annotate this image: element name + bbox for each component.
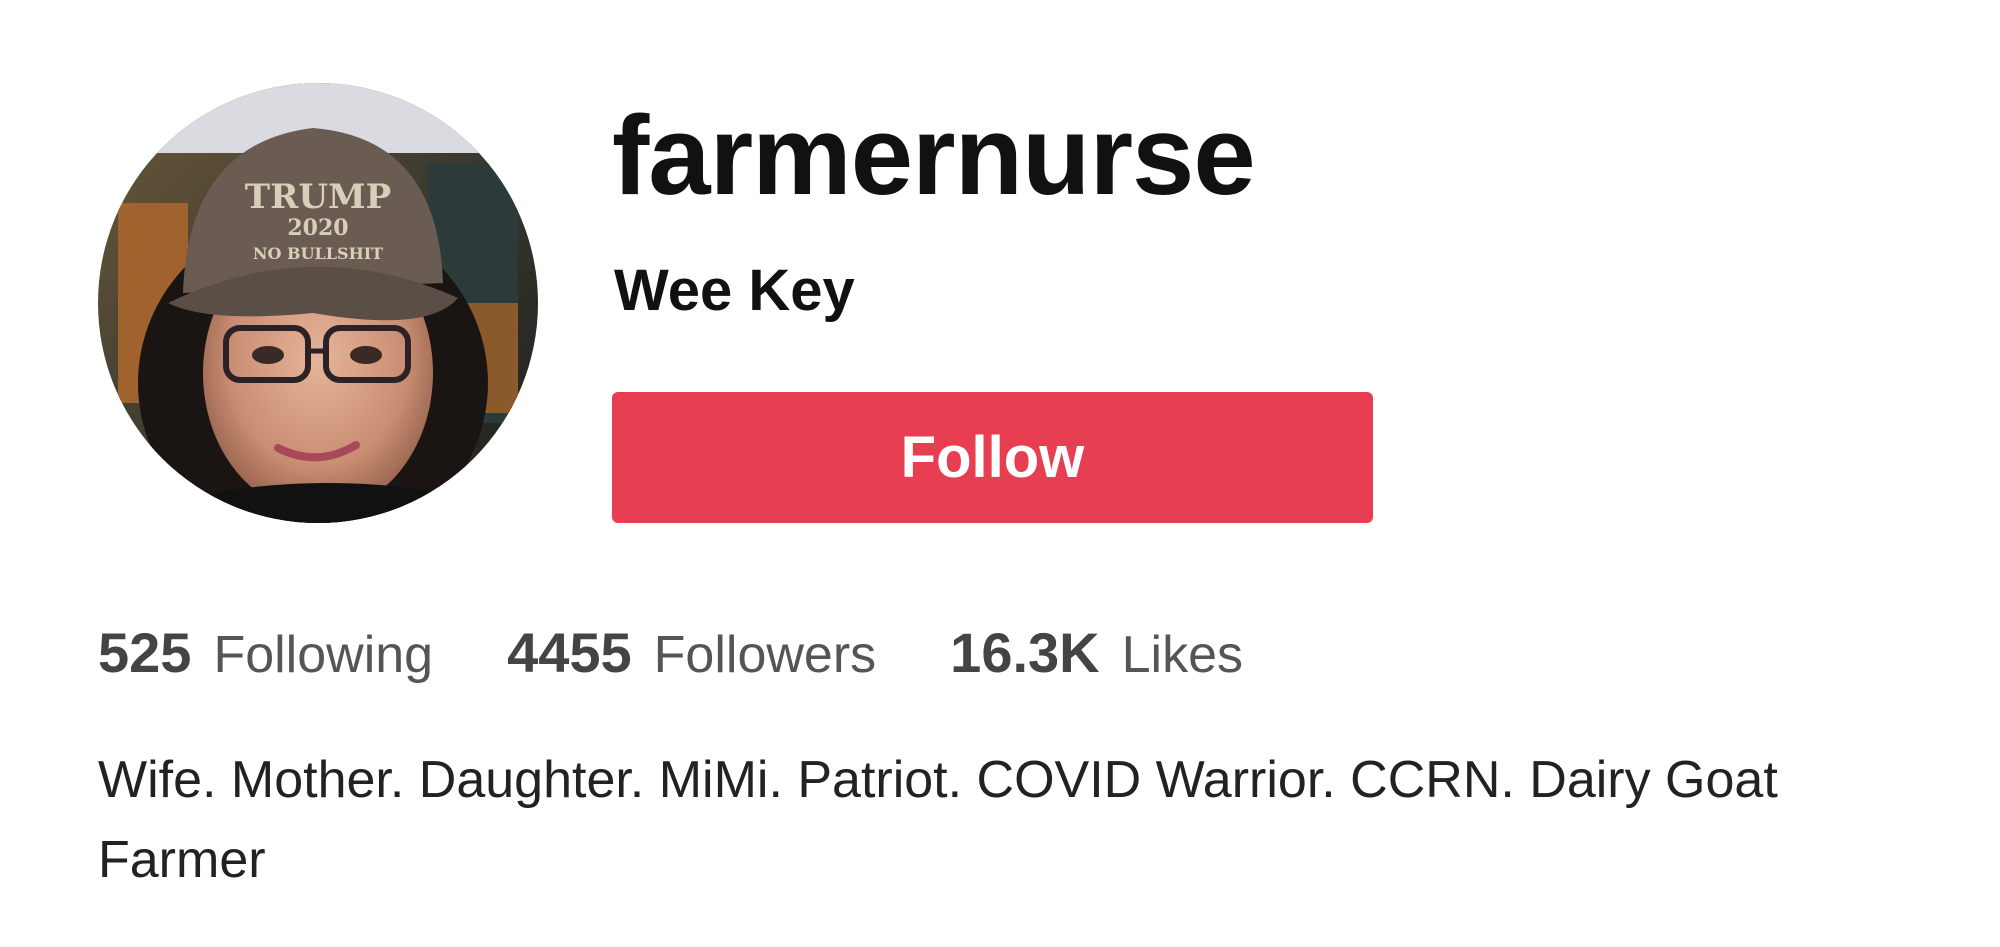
nickname: Wee Key: [614, 258, 855, 323]
following-count: 525: [98, 621, 192, 684]
svg-text:NO BULLSHIT: NO BULLSHIT: [253, 244, 383, 263]
followers-label: Followers: [653, 626, 877, 684]
stat-followers[interactable]: 4455 Followers: [507, 621, 877, 684]
stats-row: 525 Following 4455 Followers 16.3K Likes: [98, 621, 1317, 684]
stat-following[interactable]: 525 Following: [98, 621, 434, 684]
likes-count: 16.3K: [950, 621, 1100, 684]
stat-likes: 16.3K Likes: [950, 621, 1244, 684]
followers-count: 4455: [507, 621, 632, 684]
follow-button[interactable]: Follow: [612, 392, 1373, 523]
username: farmernurse: [612, 93, 1256, 218]
svg-text:2020: 2020: [287, 215, 348, 241]
following-label: Following: [213, 626, 434, 684]
profile-photo-icon: TRUMP 2020 NO BULLSHIT: [98, 83, 538, 523]
bio-text: Wife. Mother. Daughter. MiMi. Patriot. C…: [98, 751, 1778, 889]
likes-label: Likes: [1121, 626, 1244, 684]
svg-text:TRUMP: TRUMP: [245, 177, 391, 217]
avatar[interactable]: TRUMP 2020 NO BULLSHIT: [98, 83, 538, 523]
profile-header: TRUMP 2020 NO BULLSHIT farmernurse Wee K…: [0, 0, 2000, 947]
